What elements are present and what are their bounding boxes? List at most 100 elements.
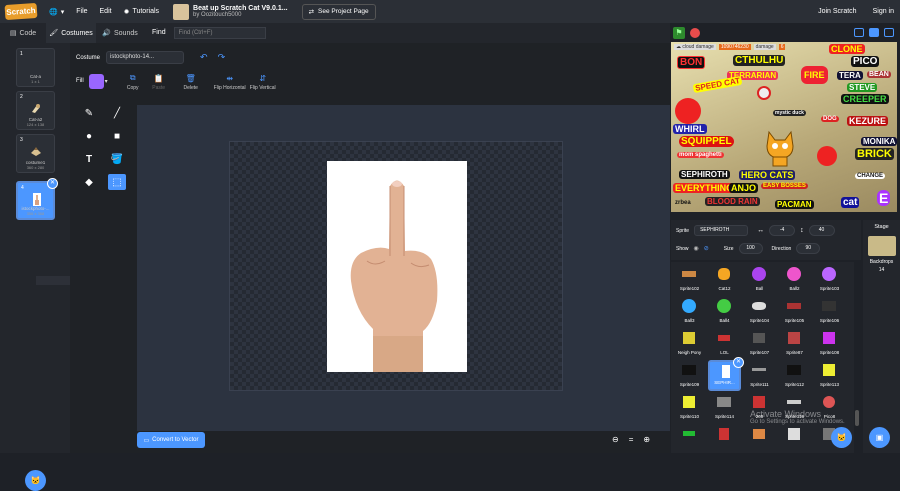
line-tool-icon[interactable]: ╱ [108,105,126,121]
costume-name-input[interactable]: istockphoto-14... [106,51,185,64]
costume-size: 360 x 280 [26,165,45,170]
large-stage-icon[interactable] [869,28,879,37]
sprite-tile[interactable] [673,424,706,453]
sprite-tile[interactable]: LOL [708,328,741,359]
tab-costumes[interactable]: 🖌 Costumes [46,23,96,43]
find-input[interactable]: Find (Ctrl+F) [173,27,266,39]
x-input[interactable]: -4 [769,225,796,236]
sprite-tile[interactable]: Neigh Pony [673,328,706,359]
scrollbar-thumb[interactable] [855,410,859,426]
hide-eye-icon[interactable]: ⊘ [704,245,709,252]
stage-logo: HERO CATS [739,170,796,180]
sprite-tile[interactable] [743,424,776,453]
sprite-list-scrollbar[interactable] [854,262,860,453]
costume-label: Costume [76,54,101,61]
stage-logo: MONIKA [861,137,897,146]
fill-color-swatch[interactable] [88,73,104,89]
watermark-subtitle: Go to Settings to activate Windows. [750,419,845,425]
project-author[interactable]: by Oozitouch5000 [193,12,288,18]
show-eye-icon[interactable]: ◉ [694,245,699,252]
undo-icon[interactable]: ↶ [200,52,208,63]
sprite-tile[interactable]: Sprite108 [813,328,846,359]
costume-number: 4 [21,185,24,191]
select-tool-icon[interactable]: ⬚ [108,174,126,190]
paste-button[interactable]: 📋 Paste [148,72,170,91]
zoom-out-icon[interactable]: ⊖ [612,435,619,444]
sprite-tile-selected[interactable]: SEPHIR... ✕ [708,357,744,391]
choose-costume-button[interactable]: 🐱 [25,470,46,491]
zoom-reset-icon[interactable]: = [629,435,634,444]
y-input[interactable]: 40 [808,225,835,236]
sprite-name-input[interactable]: SEPHIROTH [694,225,749,236]
flip-vertical-button[interactable]: ⇵ Flip Vertical [250,72,276,91]
sprite-tile[interactable]: Sprite110 [673,392,706,423]
costume-item[interactable]: 1 Cat-a 1 x 1 [16,48,55,87]
sprite-tile[interactable]: Sprite87 [778,328,811,359]
sprite-tile[interactable]: Sprite103 [813,264,846,295]
sprite-tile[interactable]: Sprite109 [673,360,706,391]
stop-icon[interactable] [690,27,700,38]
sprite-tile[interactable]: Ball4 [708,296,741,327]
sprite-tile[interactable]: Sprite104 [743,296,776,327]
tab-code[interactable]: ▤ Code [0,23,46,43]
canvas-area[interactable] [137,105,670,431]
sprite-tile[interactable]: Ball3 [673,296,706,327]
size-input[interactable]: 100 [738,243,763,254]
language-menu[interactable]: 🌐 ▾ [49,8,64,16]
delete-button[interactable]: 🗑 Delete [180,72,202,91]
costume-item[interactable]: 2 Cat-a2 124 x 138 [16,91,55,130]
zoom-in-icon[interactable]: ⊕ [643,435,650,444]
tab-sounds[interactable]: 🔊 Sounds [96,23,144,43]
sprite-tile[interactable]: Ball2 [778,264,811,295]
costume-item-selected[interactable]: 4 ✕ istockphoto-... 356 x 368 [16,178,58,220]
costume-item[interactable]: 3 costume1 360 x 280 [16,134,55,173]
sprite-tile[interactable]: Sprite113 [813,360,846,391]
small-stage-icon[interactable] [854,28,864,37]
eraser-tool-icon[interactable]: ◆ [80,174,98,190]
redo-icon[interactable]: ↷ [218,52,226,63]
tutorials-menu[interactable]: ✹ Tutorials [124,8,159,16]
sprite-thumbnail [681,330,697,345]
join-scratch-link[interactable]: Join Scratch [818,8,857,15]
see-project-page-button[interactable]: ⇄ See Project Page [301,3,376,20]
flip-horizontal-button[interactable]: ⇹ Flip Horizontal [214,72,246,91]
brush-tool-icon[interactable]: ✎ [80,105,98,121]
scratch-logo[interactable]: Scratch [4,2,38,21]
stage-ball-sprite [675,98,701,124]
stage-canvas[interactable]: ☁ cloud damage 1090746230 damage 6 BON C… [671,42,897,212]
sprite-tile[interactable]: Sprite106 [813,296,846,327]
circle-tool-icon[interactable]: ● [80,128,98,144]
damage-label: damage [753,44,776,50]
sprite-tile[interactable] [708,424,741,453]
sprite-thumbnail [786,362,802,377]
convert-to-vector-button[interactable]: ▭ Convert to Vector [137,432,205,448]
choose-backdrop-button[interactable]: ▣ [869,427,890,448]
sprite-tile[interactable]: Sprite107 [743,328,776,359]
chevron-down-icon[interactable]: ▾ [105,78,108,85]
hand-image [350,180,438,372]
costume-name-row: Costume istockphoto-14... ↶ ↷ [76,51,225,64]
copy-button[interactable]: ⧉ Copy [122,71,144,91]
rectangle-tool-icon[interactable]: ■ [108,128,126,144]
sprite-tile[interactable]: Ball [743,264,776,295]
text-tool-icon[interactable]: T [80,151,98,167]
green-flag-icon[interactable]: ⚑ [673,26,685,39]
file-menu[interactable]: File [76,8,87,15]
sprite-tile[interactable]: Sprite112 [778,360,811,391]
fullscreen-icon[interactable] [884,28,894,37]
sprite-tile[interactable]: Sprite105 [778,296,811,327]
canvas-checkerboard [229,141,563,391]
delete-costume-icon[interactable]: ✕ [47,178,58,189]
sprite-tile[interactable]: Sprite102 [673,264,706,295]
sprite-tile[interactable] [778,424,811,453]
edit-menu[interactable]: Edit [100,8,112,15]
sprite-thumbnail [716,298,732,313]
fill-tool-icon[interactable]: 🪣 [108,151,126,167]
sprite-tile[interactable]: Sprite111 [743,360,776,391]
direction-input[interactable]: 90 [796,243,821,254]
sprite-tile[interactable]: Cat12 [708,264,741,295]
sprite-tile[interactable]: Sprite114 [708,392,741,423]
stage-selector[interactable]: Stage Backdrops 14 [863,220,900,453]
sign-in-link[interactable]: Sign in [873,8,894,15]
choose-sprite-button[interactable]: 🐱 [831,427,852,448]
